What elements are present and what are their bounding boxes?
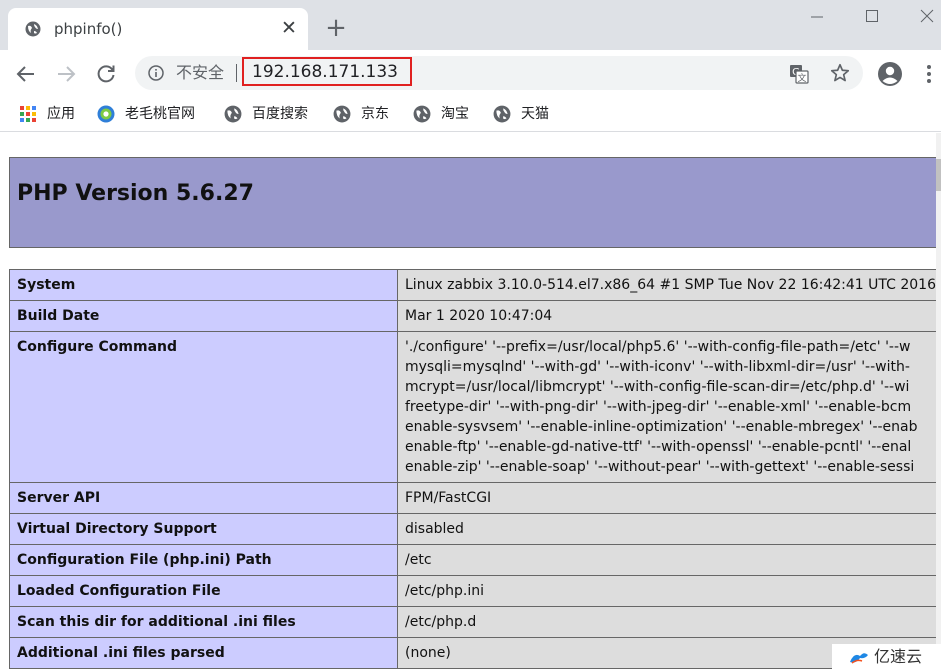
row-key: Server API [9,482,398,514]
bookmark-label: 老毛桃官网 [125,106,195,122]
globe-icon [25,21,41,37]
minimize-icon[interactable] [805,4,829,28]
table-row: Loaded Configuration File /etc/php.ini [9,575,941,607]
configure-line: mysqli=mysqlnd' '--with-gd' '--with-icon… [405,359,910,375]
separator [236,64,237,82]
bookmark-baidu[interactable]: 百度搜索 [224,101,316,127]
page-scrollbar[interactable] [936,133,941,672]
table-row: Configuration File (php.ini) Path /etc [9,544,941,576]
url-highlight-box[interactable]: 192.168.171.133 [242,57,412,86]
row-key: Additional .ini files parsed [9,637,398,669]
row-key: Configure Command [9,331,398,483]
bookmark-tmall[interactable]: 天猫 [493,101,555,127]
tab-strip: phpinfo() ✕ + [0,0,941,50]
row-key: Scan this dir for additional .ini files [9,606,398,638]
row-value: /etc/php.ini [397,575,941,607]
row-key: Virtual Directory Support [9,513,398,545]
row-value: FPM/FastCGI [397,482,941,514]
configure-command-value: './configure' '--prefix=/usr/local/php5.… [397,331,941,483]
info-icon[interactable] [148,65,164,81]
globe-icon [413,105,431,123]
configure-line: enable-zip' '--enable-soap' '--without-p… [405,459,915,475]
account-icon[interactable] [877,61,903,87]
row-key: Build Date [9,300,398,332]
forward-icon[interactable] [54,62,78,86]
menu-icon[interactable] [923,63,935,85]
bookmark-label: 应用 [47,106,75,122]
configure-line: enable-sysvsem' '--enable-inline-optimiz… [405,419,918,435]
new-tab-icon[interactable]: + [322,15,350,44]
table-row: Scan this dir for additional .ini files … [9,606,941,638]
watermark: 亿速云 [832,644,941,672]
table-row: Configure Command './configure' '--prefi… [9,331,941,483]
php-version-header: PHP Version 5.6.27 [9,157,941,248]
page-content: PHP Version 5.6.27 System Linux zabbix 3… [0,133,941,672]
tab-phpinfo[interactable]: phpinfo() ✕ [8,8,308,50]
back-icon[interactable] [14,62,38,86]
yisuyun-logo-icon [848,650,870,666]
tab-title: phpinfo() [54,20,123,38]
svg-text:文: 文 [797,72,806,84]
bookmark-apps[interactable]: 应用 [19,101,79,127]
globe-icon [493,105,511,123]
url-text[interactable]: 192.168.171.133 [252,62,398,82]
table-row: Virtual Directory Support disabled [9,513,941,545]
translate-icon[interactable]: G文 [789,64,809,84]
security-label[interactable]: 不安全 [176,63,224,83]
configure-line: enable-ftp' '--enable-gd-native-ttf' '--… [405,439,912,455]
row-key: Configuration File (php.ini) Path [9,544,398,576]
table-row: System Linux zabbix 3.10.0-514.el7.x86_6… [9,269,941,301]
toolbar: 不安全 192.168.171.133 G文 [0,50,941,96]
table-row: Build Date Mar 1 2020 10:47:04 [9,300,941,332]
configure-line: freetype-dir' '--with-png-dir' '--with-j… [405,399,912,415]
bookmark-taobao[interactable]: 淘宝 [413,101,475,127]
configure-line: './configure' '--prefix=/usr/local/php5.… [405,339,911,355]
bookmark-label: 淘宝 [441,106,469,122]
table-row: Additional .ini files parsed (none) [9,637,941,669]
bookmark-star-icon[interactable] [829,62,851,84]
row-value: /etc [397,544,941,576]
row-value: disabled [397,513,941,545]
apps-grid-icon [19,105,37,123]
scrollbar-thumb[interactable] [936,159,941,191]
php-version-title: PHP Version 5.6.27 [17,181,254,206]
row-value: Linux zabbix 3.10.0-514.el7.x86_64 #1 SM… [397,269,941,301]
table-row: Server API FPM/FastCGI [9,482,941,514]
close-tab-icon[interactable]: ✕ [279,18,299,38]
browser-window: phpinfo() ✕ + 不安全 192.168.171.133 文 应用 老… [0,0,941,672]
reload-icon[interactable] [94,62,118,86]
row-value: Mar 1 2020 10:47:04 [397,300,941,332]
watermark-text: 亿速云 [874,647,923,666]
maximize-icon[interactable] [860,4,884,28]
close-window-icon[interactable] [915,4,939,28]
bookmark-label: 天猫 [521,106,549,122]
php-info-table: System Linux zabbix 3.10.0-514.el7.x86_6… [9,269,941,669]
row-key: System [9,269,398,301]
configure-line: mcrypt=/usr/local/libmcrypt' '--with-con… [405,379,910,395]
bookmark-jd[interactable]: 京东 [333,101,395,127]
row-key: Loaded Configuration File [9,575,398,607]
row-value: /etc/php.d [397,606,941,638]
bookmark-label: 百度搜索 [252,106,308,122]
laomaotao-icon [97,105,115,123]
address-bar[interactable]: 不安全 192.168.171.133 G文 [135,56,863,90]
globe-icon [224,105,242,123]
globe-icon [333,105,351,123]
bookmark-label: 京东 [361,106,389,122]
bookmarks-bar: 应用 老毛桃官网 百度搜索 京东 淘宝 天猫 [0,96,941,132]
bookmark-laomaotao[interactable]: 老毛桃官网 [97,101,207,127]
